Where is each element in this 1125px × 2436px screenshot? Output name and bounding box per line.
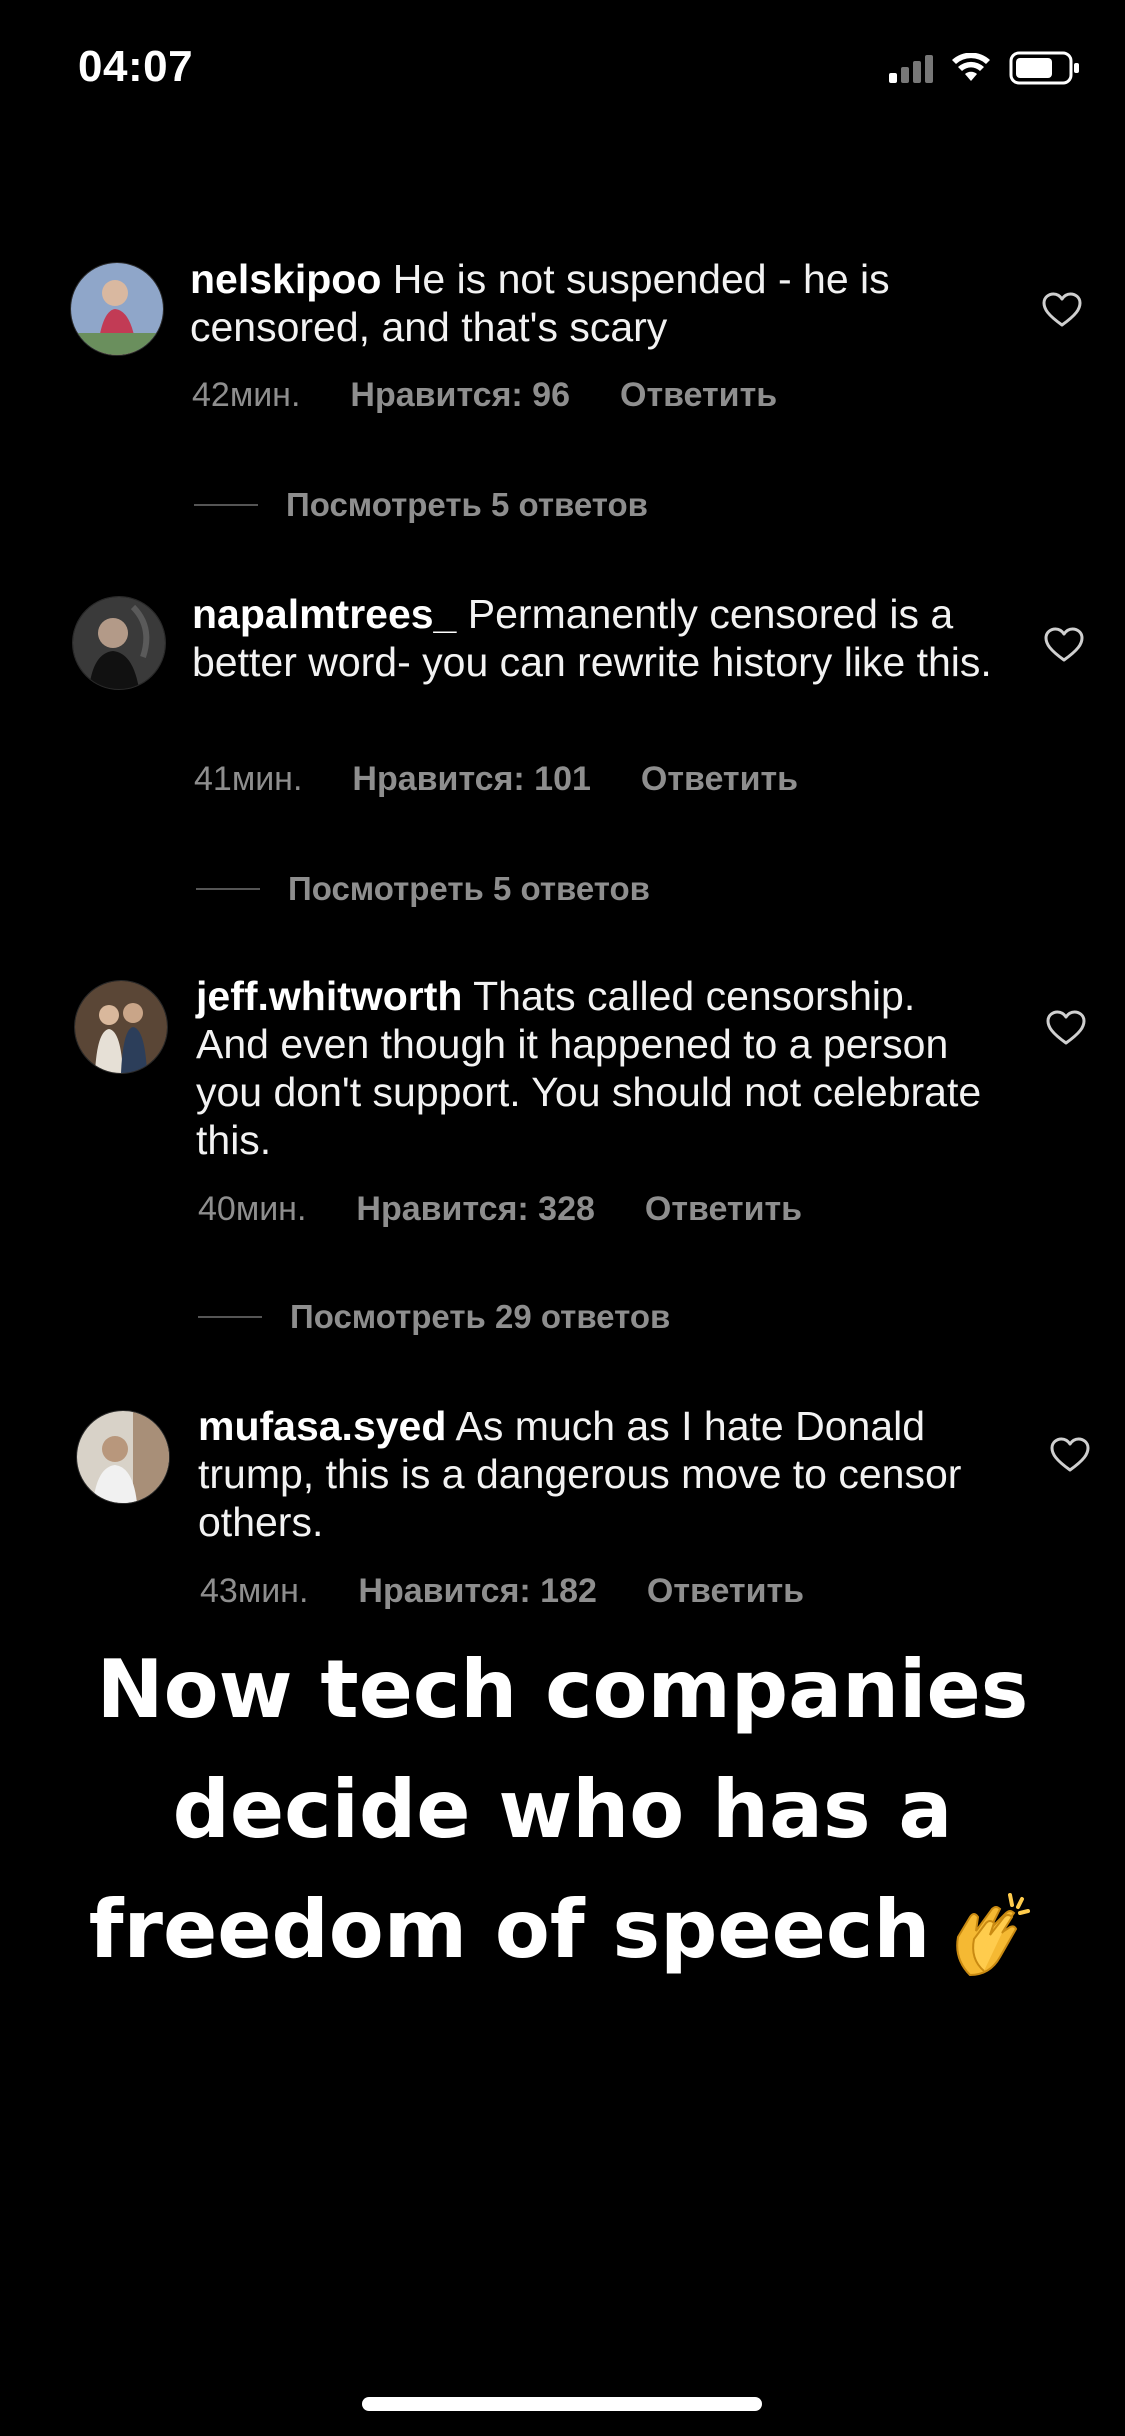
caption-line: Now tech companies [96, 1643, 1029, 1736]
avatar[interactable] [74, 980, 168, 1074]
view-replies-label: Посмотреть 5 ответов [288, 870, 650, 907]
caption-line-last: freedom of speech [0, 1870, 1125, 1990]
username[interactable]: napalmtrees_ [192, 591, 456, 637]
reply-button[interactable]: Ответить [620, 376, 777, 415]
comment-meta: 42мин. Нравится: 96 Ответить [192, 376, 777, 415]
username[interactable]: jeff.whitworth [196, 973, 462, 1019]
comment-time: 40мин. [198, 1190, 307, 1228]
view-replies-label: Посмотреть 5 ответов [286, 486, 648, 523]
wifi-icon [952, 53, 990, 81]
reply-button[interactable]: Ответить [647, 1572, 804, 1611]
comment-time: 41мин. [194, 760, 303, 798]
view-replies-button[interactable]: Посмотреть 5 ответов [196, 870, 650, 908]
likes-count[interactable]: Нравится: 328 [356, 1190, 594, 1229]
reply-button[interactable]: Ответить [645, 1190, 802, 1229]
comment-meta: 40мин. Нравится: 328 Ответить [198, 1190, 802, 1229]
avatar[interactable] [76, 1410, 170, 1504]
view-replies-button[interactable]: Посмотреть 29 ответов [198, 1298, 670, 1336]
heart-icon[interactable] [1046, 1010, 1086, 1046]
avatar[interactable] [72, 596, 166, 690]
divider [196, 888, 260, 890]
status-icons [889, 48, 1081, 88]
heart-icon[interactable] [1042, 292, 1082, 328]
comment-time: 43мин. [200, 1572, 309, 1610]
story-caption: Now tech companies decide who has a free… [0, 1630, 1125, 1990]
avatar[interactable] [70, 262, 164, 356]
comment-meta: 41мин. Нравится: 101 Ответить [194, 760, 798, 799]
likes-count[interactable]: Нравится: 182 [358, 1572, 596, 1611]
likes-count[interactable]: Нравится: 96 [350, 376, 570, 415]
comment-meta: 43мин. Нравится: 182 Ответить [200, 1572, 804, 1611]
comment-time: 42мин. [192, 376, 301, 414]
heart-icon[interactable] [1044, 627, 1084, 663]
reply-button[interactable]: Ответить [641, 760, 798, 799]
view-replies-button[interactable]: Посмотреть 5 ответов [194, 486, 648, 524]
caption-line: freedom of speech [88, 1883, 931, 1976]
heart-icon[interactable] [1050, 1437, 1090, 1473]
home-indicator[interactable] [362, 2397, 762, 2411]
username[interactable]: mufasa.syed [198, 1403, 446, 1449]
clapping-hands-emoji [956, 1893, 1031, 1977]
caption-line: decide who has a [172, 1763, 953, 1856]
divider [198, 1316, 262, 1318]
divider [194, 504, 258, 506]
username[interactable]: nelskipoo [190, 256, 381, 302]
signal-icon [889, 53, 933, 83]
view-replies-label: Посмотреть 29 ответов [290, 1298, 671, 1335]
battery-icon [1009, 51, 1079, 85]
status-time: 04:07 [78, 42, 194, 91]
likes-count[interactable]: Нравится: 101 [352, 760, 590, 799]
